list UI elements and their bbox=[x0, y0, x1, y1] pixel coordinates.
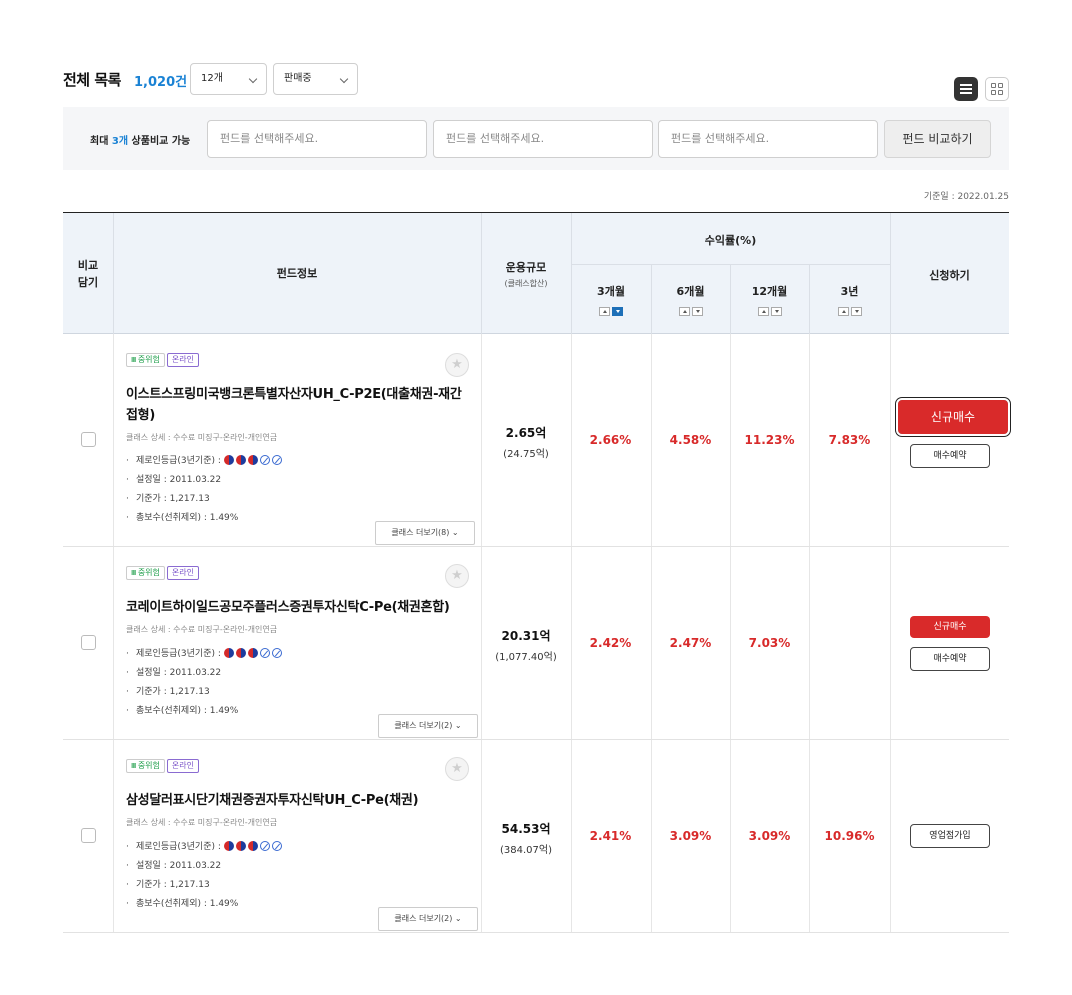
status-filter-value: 판매중 bbox=[284, 73, 312, 84]
online-badge: 온라인 bbox=[166, 353, 199, 367]
sort-desc-icon[interactable] bbox=[691, 306, 703, 316]
return-12m: 3.09% bbox=[748, 829, 791, 843]
class-detail: 클래스 상세 : 수수료 미징구-온라인-개인연금 bbox=[126, 625, 278, 634]
class-more-button[interactable]: 클래스 더보기(2) ⌄ bbox=[378, 714, 478, 738]
return-6m: 3.09% bbox=[669, 829, 712, 843]
result-count: 1,020건 bbox=[134, 75, 188, 90]
sort-asc-icon[interactable] bbox=[599, 306, 610, 316]
class-detail: 클래스 상세 : 수수료 미징구-온라인-개인연금 bbox=[126, 433, 278, 442]
purchase-reservation-button[interactable]: 매수예약 bbox=[910, 444, 990, 468]
favorite-star-icon[interactable]: ★ bbox=[445, 564, 469, 588]
compare-label: 최대 3개 상품비교 가능 bbox=[90, 136, 191, 147]
return-3y: 7.83% bbox=[828, 433, 871, 447]
online-badge: 온라인 bbox=[166, 759, 199, 773]
return-3y: 10.96% bbox=[824, 829, 875, 843]
page-size-select[interactable]: 12개 bbox=[190, 63, 267, 95]
fund-info-list: · 제로인등급(3년기준) : · 설정일 : 2011.03.22 · 기준가 : … bbox=[126, 451, 284, 528]
fund-info-list: · 제로인등급(3년기준) : · 설정일 : 2011.03.22 · 기준가 : … bbox=[126, 837, 284, 914]
header-compare: 비교 담기 bbox=[77, 259, 99, 289]
chevron-down-icon bbox=[339, 74, 349, 84]
fund-badges: IIII 중위험 온라인 bbox=[126, 759, 201, 773]
class-more-button[interactable]: 클래스 더보기(2) ⌄ bbox=[378, 907, 478, 931]
compare-checkbox[interactable] bbox=[81, 432, 96, 447]
fund-name[interactable]: 코레이트하이일드공모주플러스증권투자신탁C-Pe(채권혼합) bbox=[126, 597, 466, 618]
sort-desc-icon[interactable] bbox=[612, 306, 623, 316]
fund-name[interactable]: 이스트스프링미국뱅크론특별자산자UH_C-P2E(대출채권-재간접형) bbox=[126, 384, 466, 426]
table-row: IIII 중위험 온라인 ★ 코레이트하이일드공모주플러스증권투자신탁C-Pe(채… bbox=[63, 547, 1009, 740]
fund-aum: 54.53억 (384.07억) bbox=[500, 822, 552, 856]
fund-aum: 20.31억 (1,077.40억) bbox=[495, 629, 557, 663]
risk-badge: IIII 중위험 bbox=[126, 759, 165, 773]
sort-desc-icon[interactable] bbox=[770, 306, 782, 316]
list-header: 전체 목록 1,020건 12개 판매중 bbox=[63, 63, 1009, 101]
header-apply: 신청하기 bbox=[929, 269, 970, 282]
sort-asc-icon[interactable] bbox=[837, 306, 849, 316]
fund-badges: IIII 중위험 온라인 bbox=[126, 353, 201, 367]
compare-fund-input-1[interactable]: 펀드를 선택해주세요. bbox=[207, 120, 427, 158]
compare-checkbox[interactable] bbox=[81, 635, 96, 650]
list-view-icon[interactable] bbox=[954, 77, 978, 101]
fund-table: 비교 담기 펀드정보 운용규모 (클래스합산) 수익률(%) 신청하기 3개월 6… bbox=[63, 212, 1010, 933]
page-title: 전체 목록 bbox=[63, 71, 121, 89]
header-period-12m: 12개월 bbox=[730, 283, 809, 317]
zeroin-grade-icons bbox=[223, 644, 284, 663]
compare-checkbox[interactable] bbox=[81, 828, 96, 843]
status-filter-select[interactable]: 판매중 bbox=[273, 63, 358, 95]
grid-view-icon[interactable] bbox=[985, 77, 1009, 101]
return-6m: 2.47% bbox=[669, 636, 712, 650]
header-returns: 수익률(%) bbox=[704, 234, 757, 247]
return-6m: 4.58% bbox=[669, 433, 712, 447]
table-row: IIII 중위험 온라인 ★ 이스트스프링미국뱅크론특별자산자UH_C-P2E(대… bbox=[63, 334, 1010, 547]
class-more-button[interactable]: 클래스 더보기(8) ⌄ bbox=[375, 521, 475, 545]
favorite-star-icon[interactable]: ★ bbox=[445, 757, 469, 781]
return-12m: 7.03% bbox=[748, 636, 791, 650]
risk-badge: IIII 중위험 bbox=[126, 353, 165, 367]
compare-fund-input-2[interactable]: 펀드를 선택해주세요. bbox=[433, 120, 653, 158]
favorite-star-icon[interactable]: ★ bbox=[445, 353, 469, 377]
new-purchase-button[interactable]: 신규매수 bbox=[896, 398, 1010, 436]
header-period-6m: 6개월 bbox=[651, 283, 730, 317]
fund-badges: IIII 중위험 온라인 bbox=[126, 566, 201, 580]
compare-funds-button[interactable]: 펀드 비교하기 bbox=[884, 120, 991, 158]
new-purchase-button[interactable]: 신규매수 bbox=[910, 616, 990, 638]
purchase-reservation-button[interactable]: 매수예약 bbox=[910, 647, 990, 671]
online-badge: 온라인 bbox=[166, 566, 199, 580]
compare-fund-input-3[interactable]: 펀드를 선택해주세요. bbox=[658, 120, 878, 158]
sort-asc-icon[interactable] bbox=[678, 306, 690, 316]
table-row: IIII 중위험 온라인 ★ 삼성달러표시단기채권증권자투자신탁UH_C-Pe(채… bbox=[63, 740, 1009, 933]
header-aum: 운용규모 (클래스합산) bbox=[504, 261, 548, 288]
page-size-value: 12개 bbox=[201, 73, 223, 84]
return-3m: 2.66% bbox=[589, 433, 632, 447]
return-3m: 2.41% bbox=[589, 829, 632, 843]
header-period-3m: 3개월 bbox=[571, 283, 651, 317]
sort-desc-icon[interactable] bbox=[850, 306, 862, 316]
branch-signup-button[interactable]: 영업점가입 bbox=[910, 824, 990, 848]
sort-asc-icon[interactable] bbox=[757, 306, 769, 316]
zeroin-grade-icons bbox=[223, 451, 284, 470]
header-fund-info: 펀드정보 bbox=[276, 267, 318, 280]
fund-name[interactable]: 삼성달러표시단기채권증권자투자신탁UH_C-Pe(채권) bbox=[126, 790, 466, 811]
return-12m: 11.23% bbox=[744, 433, 795, 447]
fund-aum: 2.65억 (24.75억) bbox=[503, 426, 549, 460]
header-period-3y: 3년 bbox=[809, 283, 890, 317]
return-3m: 2.42% bbox=[589, 636, 632, 650]
fund-info-list: · 제로인등급(3년기준) : · 설정일 : 2011.03.22 · 기준가 : … bbox=[126, 644, 284, 721]
zeroin-grade-icons bbox=[223, 837, 284, 856]
compare-bar: 최대 3개 상품비교 가능 펀드를 선택해주세요. 펀드를 선택해주세요. 펀드… bbox=[63, 107, 1009, 170]
chevron-down-icon bbox=[248, 74, 258, 84]
table-header: 비교 담기 펀드정보 운용규모 (클래스합산) 수익률(%) 신청하기 3개월 6… bbox=[63, 213, 1009, 334]
risk-badge: IIII 중위험 bbox=[126, 566, 165, 580]
base-date: 기준일 : 2022.01.25 bbox=[923, 192, 1009, 202]
class-detail: 클래스 상세 : 수수료 미징구-온라인-개인연금 bbox=[126, 818, 278, 827]
